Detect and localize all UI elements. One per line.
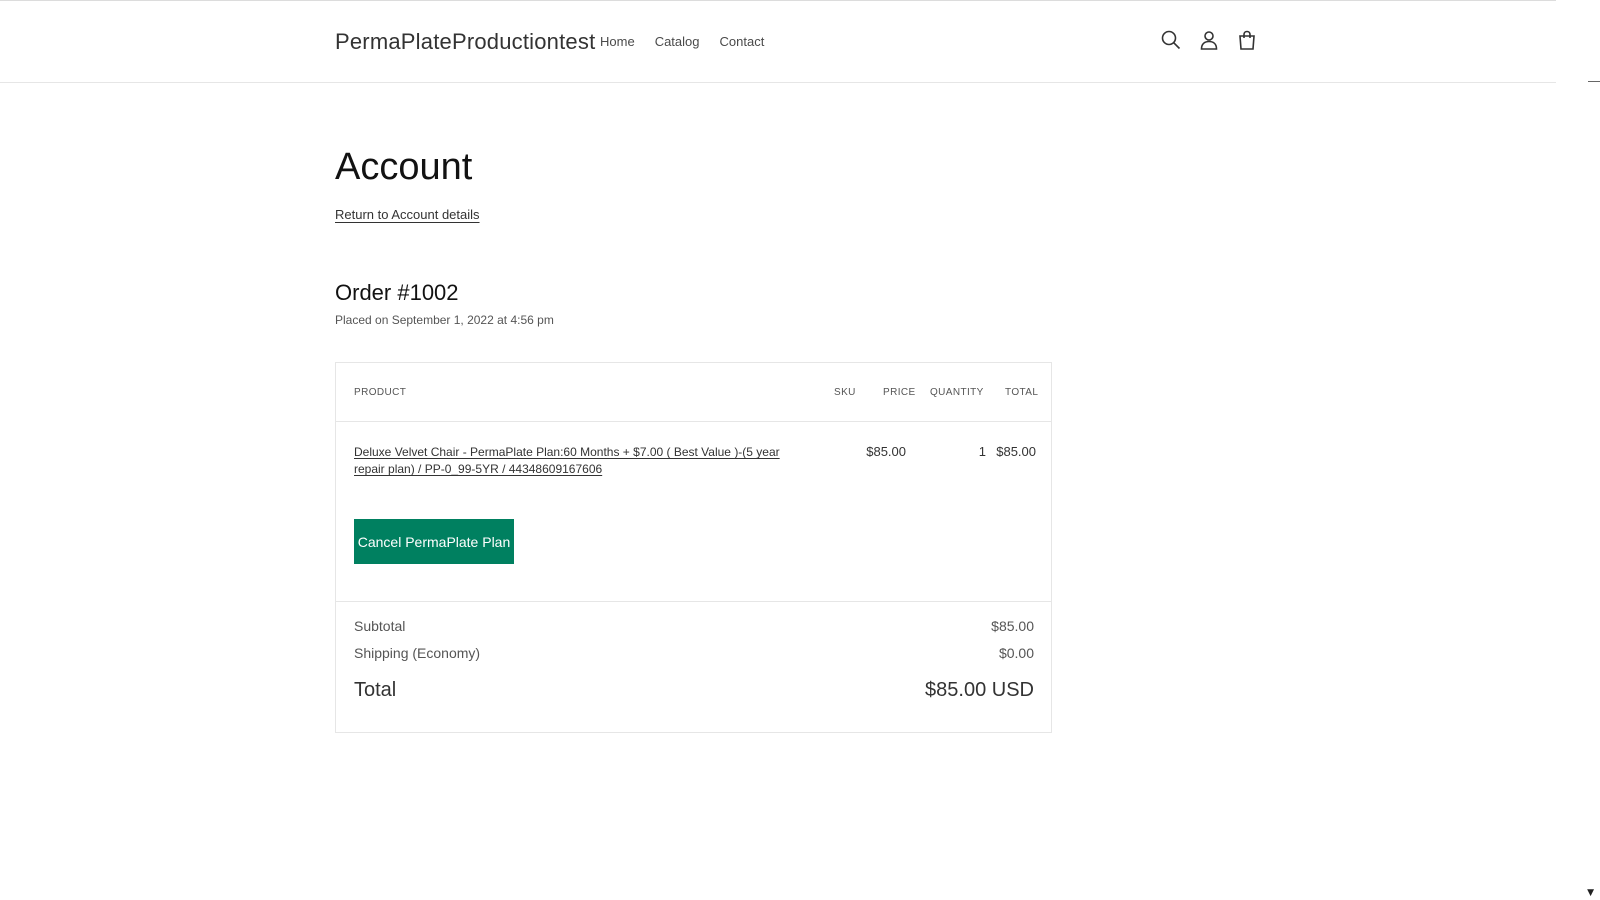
total-value: $85.00 USD bbox=[925, 679, 1034, 701]
site-header: PermaPlateProductiontest Home Catalog Co… bbox=[0, 1, 1556, 83]
nav-home[interactable]: Home bbox=[600, 34, 635, 49]
column-header-total: TOTAL bbox=[1005, 387, 1039, 398]
table-row: Deluxe Velvet Chair - PermaPlate Plan:60… bbox=[336, 422, 1051, 602]
store-logo[interactable]: PermaPlateProductiontest bbox=[335, 29, 595, 55]
order-table: PRODUCT SKU PRICE QUANTITY TOTAL Deluxe … bbox=[335, 362, 1052, 733]
product-link[interactable]: Deluxe Velvet Chair - PermaPlate Plan:60… bbox=[354, 444, 804, 478]
nav-catalog[interactable]: Catalog bbox=[655, 34, 700, 49]
order-placed-date: Placed on September 1, 2022 at 4:56 pm bbox=[335, 313, 554, 327]
column-header-sku: SKU bbox=[834, 387, 856, 398]
cart-icon[interactable] bbox=[1236, 29, 1258, 51]
page-title: Account bbox=[335, 146, 473, 188]
shipping-row: Shipping (Economy) $0.00 bbox=[354, 645, 1034, 661]
order-title: Order #1002 bbox=[335, 280, 459, 305]
row-total: $85.00 bbox=[996, 444, 1036, 459]
subtotal-value: $85.00 bbox=[991, 618, 1034, 634]
scrollbar-thumb[interactable] bbox=[1588, 81, 1600, 82]
column-header-price: PRICE bbox=[883, 387, 916, 398]
shipping-value: $0.00 bbox=[998, 645, 1034, 661]
account-icon[interactable] bbox=[1198, 29, 1220, 51]
search-icon[interactable] bbox=[1160, 29, 1182, 51]
shipping-label: Shipping (Economy) bbox=[354, 645, 481, 661]
main-nav: Home Catalog Contact bbox=[600, 34, 764, 49]
header-icons bbox=[1160, 29, 1258, 51]
total-label: Total bbox=[354, 679, 397, 701]
total-row: Total $85.00 USD bbox=[354, 679, 1034, 702]
cancel-permaplate-plan-button[interactable]: Cancel PermaPlate Plan bbox=[354, 519, 514, 564]
row-price: $85.00 bbox=[866, 444, 906, 459]
return-to-account-link[interactable]: Return to Account details bbox=[335, 207, 480, 222]
scroll-down-arrow-icon[interactable]: ▼ bbox=[1587, 888, 1594, 898]
column-header-product: PRODUCT bbox=[354, 387, 407, 398]
nav-contact[interactable]: Contact bbox=[720, 34, 765, 49]
column-header-quantity: QUANTITY bbox=[930, 387, 984, 398]
table-header: PRODUCT SKU PRICE QUANTITY TOTAL bbox=[336, 363, 1051, 422]
subtotal-label: Subtotal bbox=[354, 618, 406, 634]
subtotal-row: Subtotal $85.00 bbox=[354, 618, 1034, 634]
